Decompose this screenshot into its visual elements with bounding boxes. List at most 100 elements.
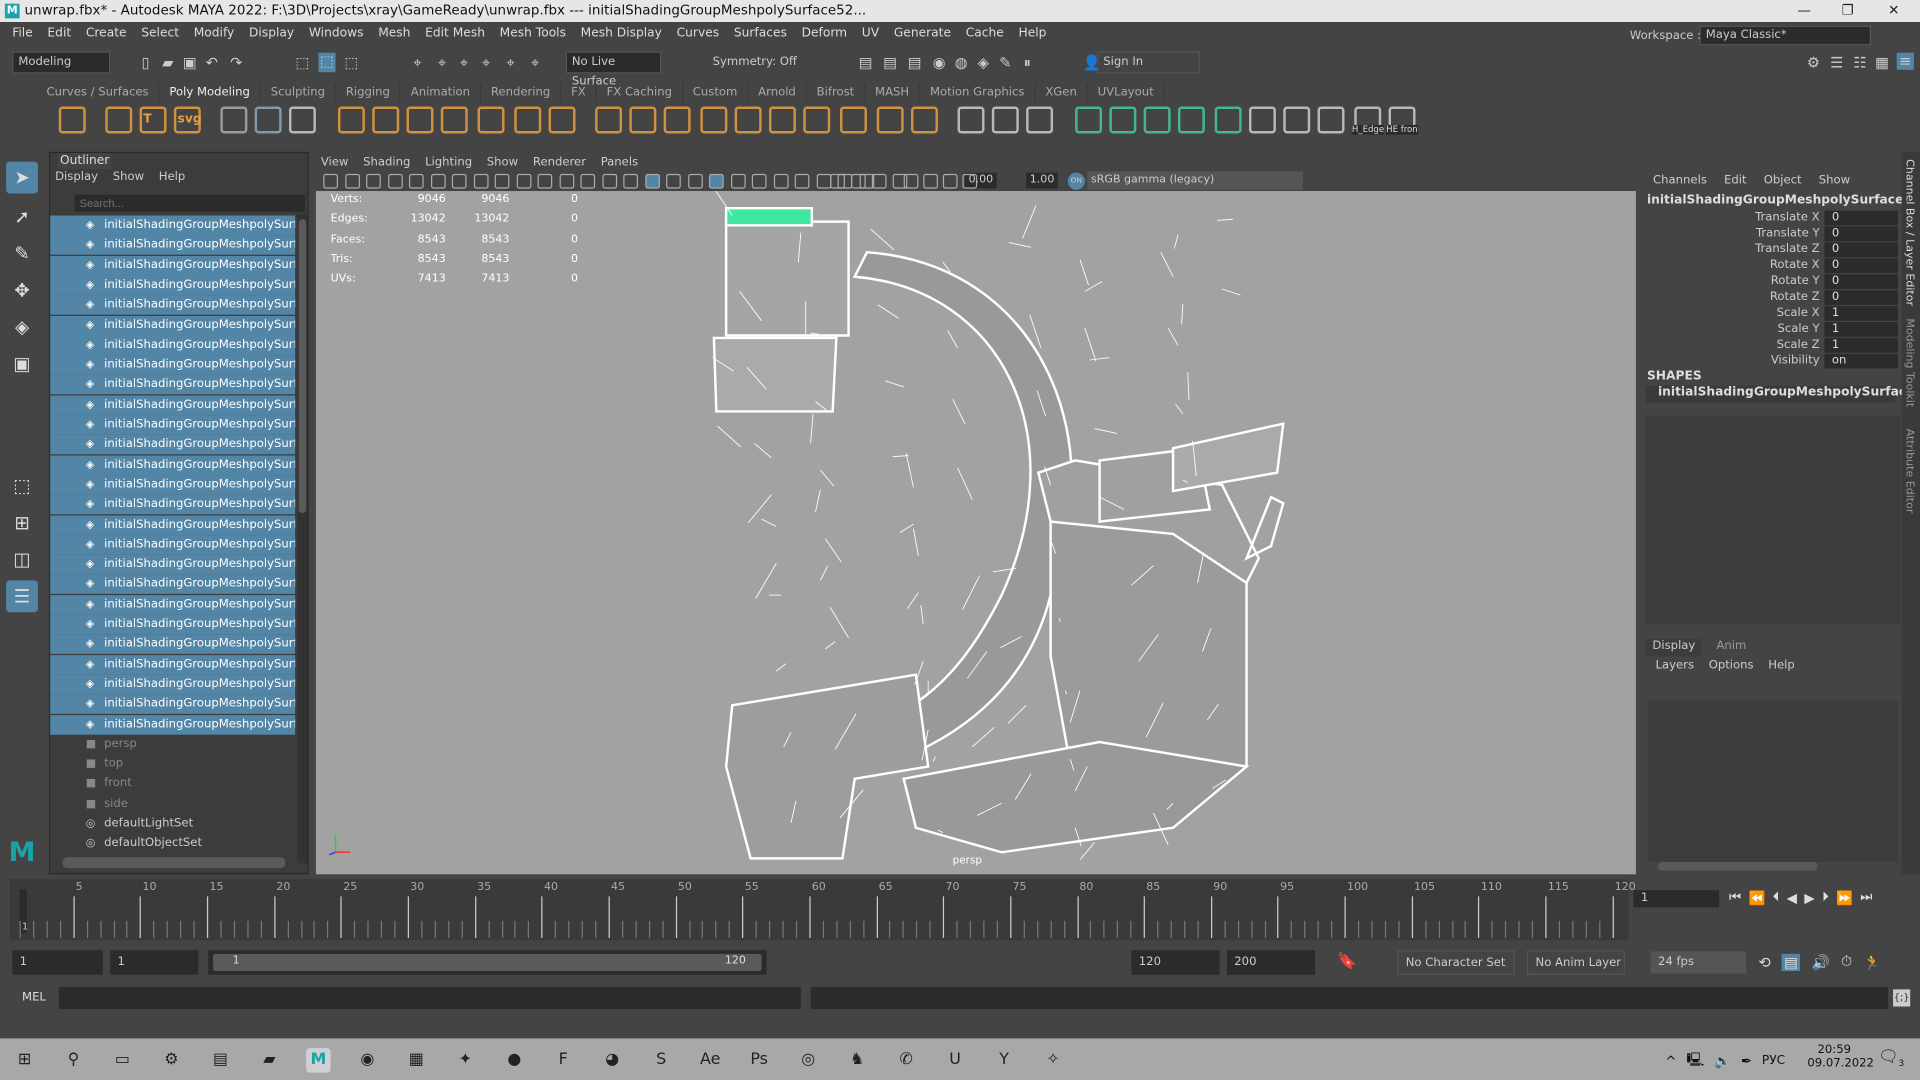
menu-file[interactable]: File <box>5 22 40 45</box>
shelf-tool-icon[interactable] <box>876 106 904 134</box>
menu-generate[interactable]: Generate <box>886 22 958 45</box>
single-view-icon[interactable]: ⬚ <box>6 470 38 502</box>
maximize-button[interactable]: ❐ <box>1842 0 1854 22</box>
outliner-item[interactable]: ◈ initialShadingGroupMeshpolySurface <box>50 614 296 635</box>
outliner-item[interactable]: ◈ initialShadingGroupMeshpolySurface <box>50 634 296 655</box>
channel-label-translate-z[interactable]: Translate Z <box>1641 242 1819 255</box>
outliner-item[interactable]: ◈ initialShadingGroupMeshpolySurface <box>50 275 296 295</box>
scene-start-field[interactable]: 1 <box>12 950 103 975</box>
tray-expand-icon[interactable]: ^ <box>1665 1053 1676 1069</box>
outliner-item[interactable]: ◈ initialShadingGroupMeshpolySurface <box>50 474 296 495</box>
outliner-item-defaultlightset[interactable]: ◎ defaultLightSet <box>50 814 295 834</box>
rotate-tool-icon[interactable]: ◈ <box>6 311 38 343</box>
viewport-tool-icon[interactable] <box>366 173 381 189</box>
viewport-tool-icon[interactable] <box>408 173 424 189</box>
menu-cache[interactable]: Cache <box>958 22 1011 45</box>
outliner-item[interactable]: ◈ initialShadingGroupMeshpolySurface <box>50 554 296 575</box>
outliner-item[interactable]: ◈ initialShadingGroupMeshpolySurface <box>50 674 296 695</box>
network-icon[interactable]: 🖳 <box>1686 1049 1704 1072</box>
outliner-item[interactable]: ◈ initialShadingGroupMeshpolySurface <box>50 235 296 256</box>
step-back-frame-icon[interactable]: ⏴ <box>1773 889 1780 906</box>
channel-label-rotate-z[interactable]: Rotate Z <box>1641 290 1820 303</box>
side-tab-attribute-editor[interactable]: Attribute Editor <box>1903 429 1915 514</box>
outliner-item-persp[interactable]: ■ persp <box>50 734 295 754</box>
outliner-item[interactable]: ◈ initialShadingGroupMeshpolySurface <box>50 534 296 555</box>
save-scene-icon[interactable]: ▣ <box>181 54 198 71</box>
select-component-icon[interactable]: ⬚ <box>343 54 360 71</box>
animation-preferences-icon[interactable]: ⏱ <box>1841 953 1852 971</box>
viewport-tool-icon[interactable] <box>430 173 446 189</box>
unreal-icon[interactable]: U <box>943 1048 967 1072</box>
ipr-render-icon[interactable]: ▤ <box>882 54 899 71</box>
channel-label-visibility[interactable]: Visibility <box>1641 354 1820 367</box>
shelf-tab-poly-modeling[interactable]: Poly Modeling <box>159 83 261 103</box>
outliner-item[interactable]: ◈ initialShadingGroupMeshpolySurface <box>50 335 296 355</box>
channel-value-scale-y[interactable]: 1 <box>1824 322 1898 337</box>
shelf-tool-icon[interactable] <box>406 106 434 134</box>
menu-deform[interactable]: Deform <box>794 22 854 45</box>
shelf-tool-icon[interactable] <box>514 106 542 134</box>
side-tab-channel-box-layer-editor[interactable]: Channel Box / Layer Editor <box>1903 159 1915 306</box>
channel-box-toggle-icon[interactable]: ≡ <box>1896 52 1914 70</box>
viewport-tool-icon[interactable] <box>923 173 938 189</box>
lasso-tool-icon[interactable]: ➚ <box>6 201 38 233</box>
tab-display[interactable]: Display <box>1645 639 1703 657</box>
range-slider[interactable]: 1 120 <box>208 950 767 975</box>
app-icon[interactable]: ✆ <box>894 1048 918 1072</box>
attribute-editor-icon[interactable]: ☰ <box>1828 54 1845 71</box>
viewport-tool-icon[interactable] <box>516 173 531 189</box>
channel-value-rotate-z[interactable]: 0 <box>1824 290 1898 305</box>
outliner-item[interactable]: ◈ initialShadingGroupMeshpolySurface <box>50 295 296 315</box>
task-view-icon[interactable]: ▭ <box>110 1048 134 1072</box>
viewport-tool-icon[interactable] <box>580 173 596 189</box>
viewport-tool-icon[interactable] <box>794 173 810 189</box>
shelf-tool-icon[interactable] <box>840 106 867 134</box>
after-effects-icon[interactable]: Ae <box>698 1048 722 1072</box>
shelf-tab-xgen[interactable]: XGen <box>1036 83 1088 103</box>
shelf-tool-icon[interactable] <box>957 106 985 134</box>
arnold-render-icon[interactable]: ◈ <box>975 54 992 71</box>
channel-value-scale-z[interactable]: 1 <box>1824 337 1898 353</box>
viewport-tool-icon[interactable] <box>644 173 660 189</box>
outliner-item[interactable]: ◈ initialShadingGroupMeshpolySurface <box>50 375 296 395</box>
outliner-item[interactable]: ◈ initialShadingGroupMeshpolySurface <box>50 594 296 615</box>
shelf-tool-icon[interactable] <box>991 106 1019 134</box>
layer-menu-layers[interactable]: Layers <box>1656 659 1694 672</box>
shelf-tool-icon[interactable] <box>254 106 282 134</box>
app-icon[interactable]: ✧ <box>1041 1048 1065 1072</box>
viewport-menu-panels[interactable]: Panels <box>601 155 638 168</box>
shelf-tab-fx[interactable]: FX <box>561 83 597 103</box>
light-editor-icon[interactable]: ✎ <box>997 54 1014 71</box>
viewport-tool-icon[interactable] <box>871 173 887 189</box>
outliner-item[interactable]: ◈ initialShadingGroupMeshpolySurface <box>50 694 296 715</box>
menu-windows[interactable]: Windows <box>301 22 370 45</box>
app-icon[interactable]: ◉ <box>355 1048 379 1072</box>
snap-surface-icon[interactable]: ⌖ <box>527 54 544 71</box>
gamma-field[interactable]: 1.00 <box>1026 172 1058 189</box>
viewport-tool-icon[interactable] <box>344 173 360 189</box>
shelf-tool-icon[interactable] <box>288 106 316 134</box>
shelf-tool-icon[interactable] <box>1177 106 1205 134</box>
close-button[interactable]: ✕ <box>1888 0 1899 22</box>
viewport-menu-view[interactable]: View <box>321 155 349 168</box>
shelf-tool-icon[interactable] <box>1248 106 1276 134</box>
render-icon[interactable]: ▤ <box>857 54 874 71</box>
script-editor-icon[interactable]: {;} <box>1893 989 1911 1007</box>
outliner-item[interactable]: ◈ initialShadingGroupMeshpolySurface <box>50 494 296 515</box>
outliner-item[interactable]: ◈ initialShadingGroupMeshpolySurface <box>50 714 296 735</box>
chrome-icon[interactable]: ◕ <box>600 1048 624 1072</box>
side-tab-modeling-toolkit[interactable]: Modeling Toolkit <box>1903 318 1915 407</box>
outliner-item[interactable]: ◈ initialShadingGroupMeshpolySurface <box>50 255 296 276</box>
app-icon[interactable]: ♞ <box>845 1048 869 1072</box>
select-hierarchy-icon[interactable]: ⬚ <box>294 54 311 71</box>
shelf-tool-icon[interactable] <box>803 106 831 134</box>
tab-anim[interactable]: Anim <box>1707 639 1756 652</box>
shelf-tool-icon[interactable] <box>220 106 248 134</box>
shelf-tab-fx-caching[interactable]: FX Caching <box>597 83 683 103</box>
yandex-icon[interactable]: Y <box>992 1048 1016 1072</box>
move-tool-icon[interactable]: ✥ <box>6 274 38 306</box>
scale-tool-icon[interactable]: ▣ <box>6 348 38 380</box>
channel-label-scale-x[interactable]: Scale X <box>1641 306 1820 319</box>
viewport-tool-icon[interactable] <box>387 173 403 189</box>
viewport-tool-icon[interactable] <box>962 173 978 189</box>
